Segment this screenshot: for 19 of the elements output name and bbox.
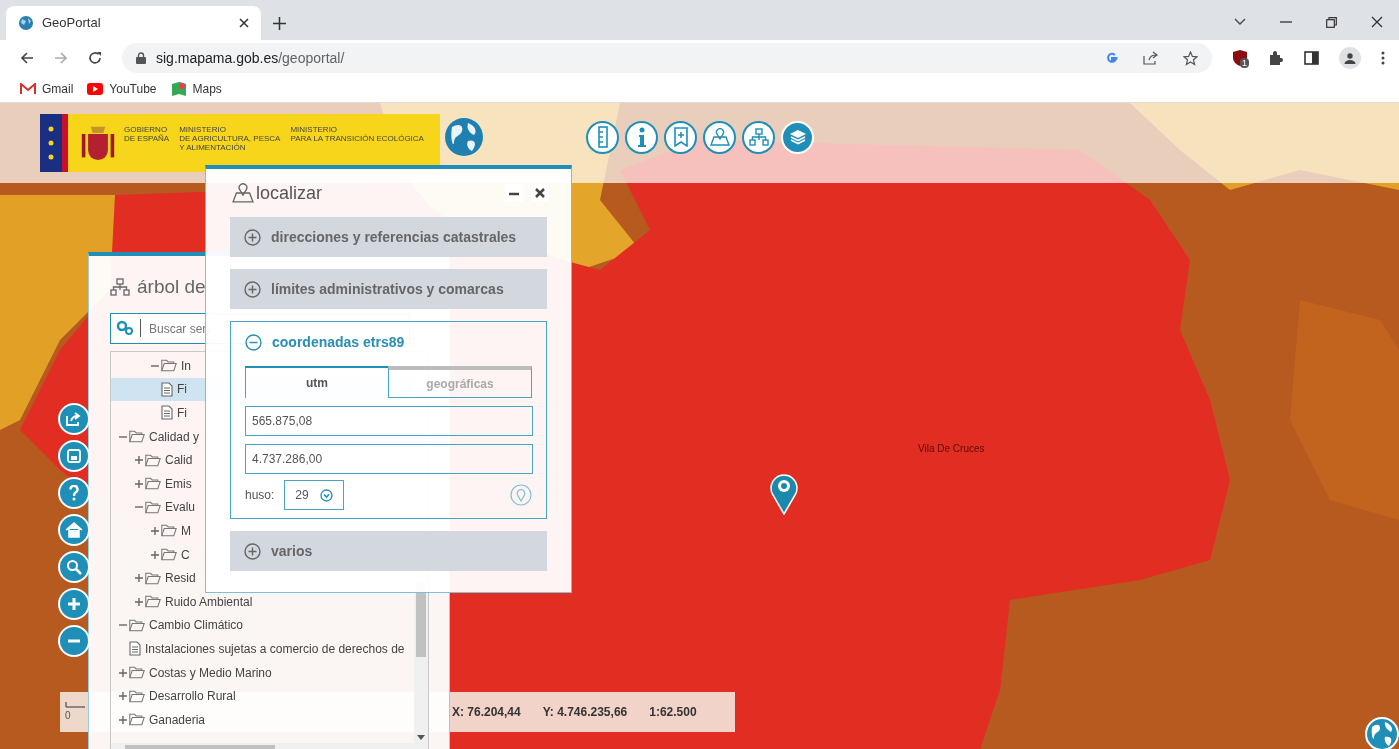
map-scale: 1:62.500 (649, 704, 697, 721)
zone-label: huso: (245, 487, 275, 504)
logo-text: Y ALIMENTACIÓN (179, 142, 247, 152)
logo-text: DE ESPAÑA (124, 133, 170, 143)
logo-text: GOBIERNO (124, 124, 169, 134)
x-coordinate: X: 76.204,44 (452, 704, 521, 721)
panel-title: árbol de (137, 274, 206, 299)
logo-text: PARA LA TRANSICIÓN ECOLÓGICA (290, 133, 424, 143)
y-coordinate: Y: 4.746.235,66 (542, 704, 628, 721)
url-host: sig.mapama.gob.es (156, 49, 279, 66)
tab-title: GeoPortal (42, 14, 102, 33)
scale-label: 0 (65, 708, 71, 723)
extension-badge: 1 (1240, 58, 1249, 68)
logo-text: DE AGRICULTURA, PESCA (179, 133, 281, 143)
dialog-title: localizar (256, 181, 324, 205)
place-label: Vila De Cruces (918, 442, 985, 456)
logo-text: MINISTERIO (290, 124, 339, 134)
logo-text: MINISTERIO (179, 124, 227, 134)
url-path: /geoportal/ (278, 49, 345, 66)
